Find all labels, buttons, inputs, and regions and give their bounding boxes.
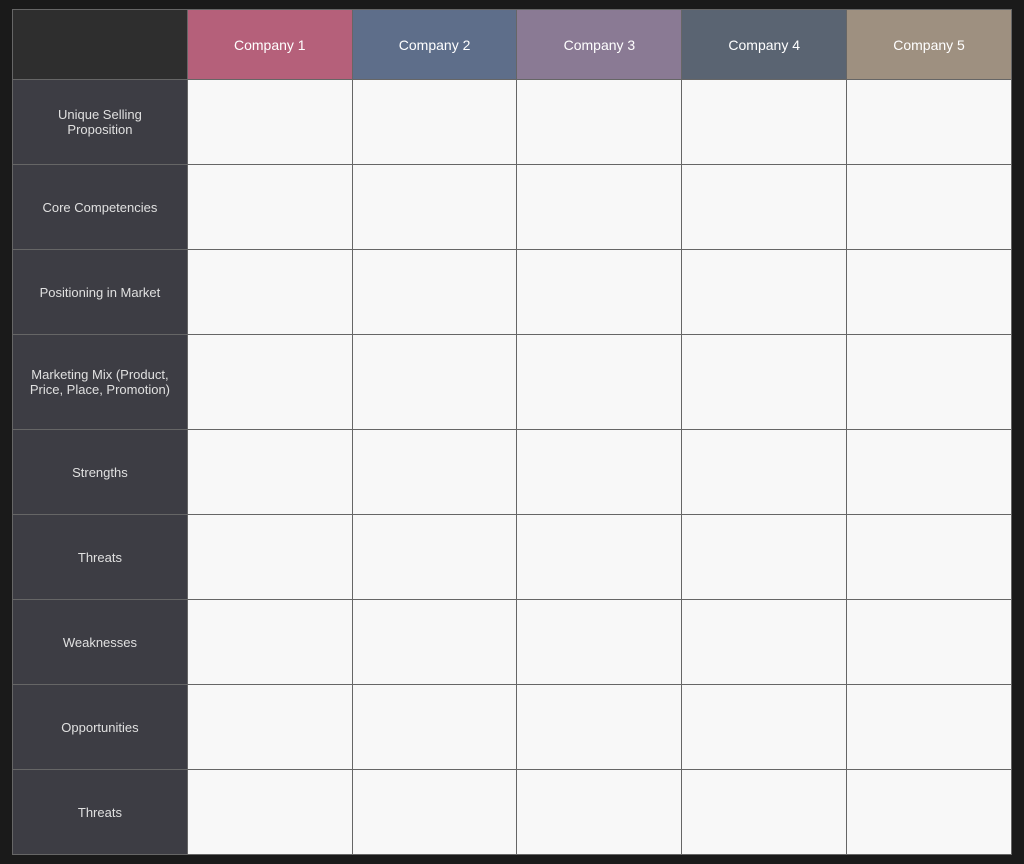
cell-thr1-c1[interactable] — [187, 515, 352, 600]
cell-opp-c4[interactable] — [682, 685, 847, 770]
cell-cc-c1[interactable] — [187, 165, 352, 250]
row-label-core-competencies: Core Competencies — [13, 165, 188, 250]
cell-thr2-c2[interactable] — [352, 770, 517, 855]
header-company3: Company 3 — [517, 10, 682, 80]
header-company2: Company 2 — [352, 10, 517, 80]
cell-cc-c3[interactable] — [517, 165, 682, 250]
cell-thr2-c1[interactable] — [187, 770, 352, 855]
table-row: Threats — [13, 515, 1012, 600]
cell-pos-c5[interactable] — [847, 250, 1012, 335]
cell-pos-c1[interactable] — [187, 250, 352, 335]
cell-opp-c3[interactable] — [517, 685, 682, 770]
cell-wk-c1[interactable] — [187, 600, 352, 685]
table-row: Threats — [13, 770, 1012, 855]
header-company4: Company 4 — [682, 10, 847, 80]
cell-mm-c5[interactable] — [847, 335, 1012, 430]
row-label-threats2: Threats — [13, 770, 188, 855]
cell-usp-c5[interactable] — [847, 80, 1012, 165]
cell-pos-c4[interactable] — [682, 250, 847, 335]
row-label-threats1: Threats — [13, 515, 188, 600]
table-row: Unique Selling Proposition — [13, 80, 1012, 165]
cell-cc-c5[interactable] — [847, 165, 1012, 250]
table-row: Core Competencies — [13, 165, 1012, 250]
header-empty — [13, 10, 188, 80]
table-wrapper: Company 1 Company 2 Company 3 Company 4 … — [0, 0, 1024, 864]
row-label-usp: Unique Selling Proposition — [13, 80, 188, 165]
header-row: Company 1 Company 2 Company 3 Company 4 … — [13, 10, 1012, 80]
cell-str-c4[interactable] — [682, 430, 847, 515]
cell-opp-c5[interactable] — [847, 685, 1012, 770]
cell-thr2-c3[interactable] — [517, 770, 682, 855]
cell-mm-c1[interactable] — [187, 335, 352, 430]
cell-mm-c4[interactable] — [682, 335, 847, 430]
cell-wk-c5[interactable] — [847, 600, 1012, 685]
cell-usp-c1[interactable] — [187, 80, 352, 165]
table-row: Weaknesses — [13, 600, 1012, 685]
row-label-weaknesses: Weaknesses — [13, 600, 188, 685]
row-label-strengths: Strengths — [13, 430, 188, 515]
cell-opp-c2[interactable] — [352, 685, 517, 770]
table-row: Marketing Mix (Product, Price, Place, Pr… — [13, 335, 1012, 430]
cell-usp-c4[interactable] — [682, 80, 847, 165]
cell-thr1-c5[interactable] — [847, 515, 1012, 600]
table-row: Positioning in Market — [13, 250, 1012, 335]
comparison-table: Company 1 Company 2 Company 3 Company 4 … — [12, 9, 1012, 855]
cell-wk-c2[interactable] — [352, 600, 517, 685]
row-label-positioning: Positioning in Market — [13, 250, 188, 335]
cell-thr1-c3[interactable] — [517, 515, 682, 600]
row-label-marketing-mix: Marketing Mix (Product, Price, Place, Pr… — [13, 335, 188, 430]
table-row: Opportunities — [13, 685, 1012, 770]
cell-mm-c3[interactable] — [517, 335, 682, 430]
cell-usp-c3[interactable] — [517, 80, 682, 165]
header-company5: Company 5 — [847, 10, 1012, 80]
cell-pos-c3[interactable] — [517, 250, 682, 335]
row-label-opportunities: Opportunities — [13, 685, 188, 770]
cell-pos-c2[interactable] — [352, 250, 517, 335]
cell-mm-c2[interactable] — [352, 335, 517, 430]
cell-str-c5[interactable] — [847, 430, 1012, 515]
cell-thr1-c4[interactable] — [682, 515, 847, 600]
cell-str-c3[interactable] — [517, 430, 682, 515]
cell-str-c1[interactable] — [187, 430, 352, 515]
cell-opp-c1[interactable] — [187, 685, 352, 770]
cell-str-c2[interactable] — [352, 430, 517, 515]
cell-thr1-c2[interactable] — [352, 515, 517, 600]
cell-wk-c3[interactable] — [517, 600, 682, 685]
cell-cc-c2[interactable] — [352, 165, 517, 250]
cell-cc-c4[interactable] — [682, 165, 847, 250]
cell-usp-c2[interactable] — [352, 80, 517, 165]
cell-thr2-c4[interactable] — [682, 770, 847, 855]
cell-thr2-c5[interactable] — [847, 770, 1012, 855]
cell-wk-c4[interactable] — [682, 600, 847, 685]
table-row: Strengths — [13, 430, 1012, 515]
header-company1: Company 1 — [187, 10, 352, 80]
